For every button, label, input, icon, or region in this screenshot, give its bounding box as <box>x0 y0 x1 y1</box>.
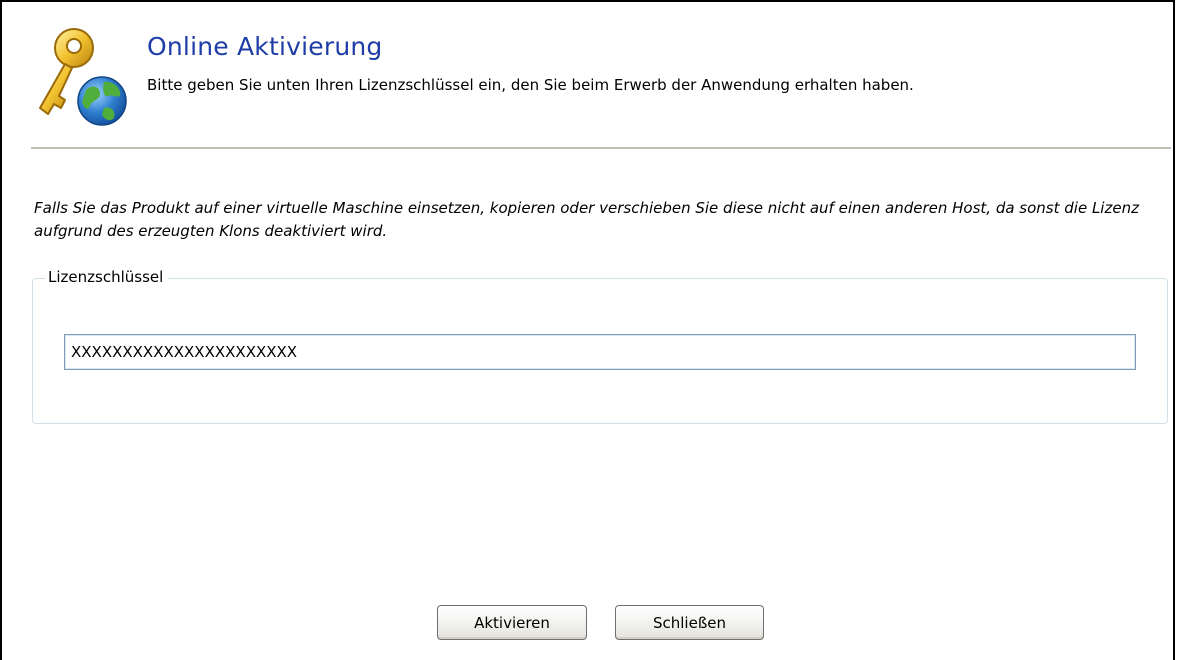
license-key-legend: Lizenzschlüssel <box>45 268 169 286</box>
header-divider <box>31 147 1171 149</box>
activate-button[interactable]: Aktivieren <box>437 605 587 640</box>
page-title: Online Aktivierung <box>147 32 383 61</box>
page-subtitle: Bitte geben Sie unten Ihren Lizenzschlüs… <box>147 76 914 94</box>
license-key-input[interactable] <box>64 334 1136 370</box>
close-button[interactable]: Schließen <box>615 605 764 640</box>
vm-warning-text: Falls Sie das Produkt auf einer virtuell… <box>34 199 1139 240</box>
key-globe-icon <box>39 28 127 126</box>
